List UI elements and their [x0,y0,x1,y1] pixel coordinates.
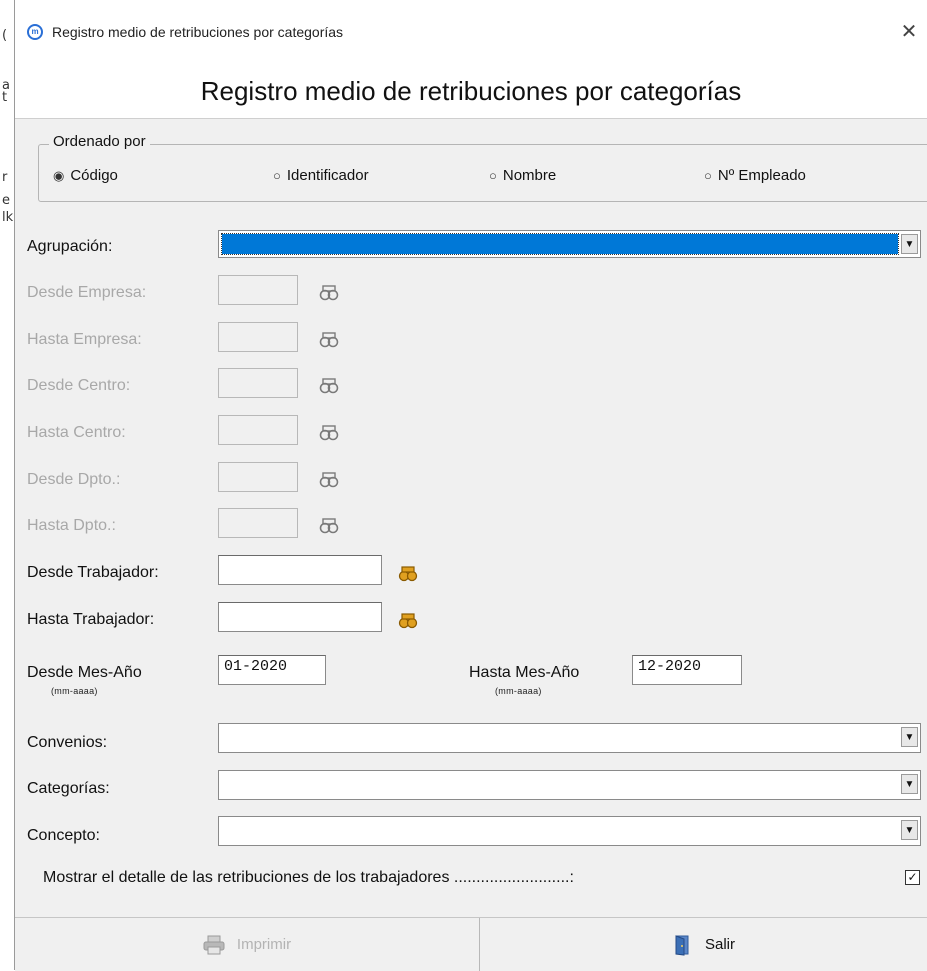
radio-icon: ○ [273,168,281,183]
hasta-dpto-input[interactable] [218,508,298,538]
edge-text: t [2,90,8,105]
desde-empresa-label: Desde Empresa: [27,284,147,301]
hasta-centro-input[interactable] [218,415,298,445]
binoculars-icon[interactable] [319,284,339,302]
door-exit-icon [675,934,689,956]
chevron-down-icon[interactable]: ▼ [901,727,918,747]
hasta-centro-label: Hasta Centro: [27,424,126,441]
categorias-select[interactable]: ▼ [218,770,921,800]
hasta-trabajador-label: Hasta Trabajador: [27,611,155,628]
report-dialog: m Registro medio de retribuciones por ca… [15,0,927,971]
desde-mes-input[interactable]: 01-2020 [218,655,326,685]
binoculars-icon[interactable] [319,517,339,535]
desde-mes-hint: (mm-aaaa) [51,686,98,696]
hasta-dpto-label: Hasta Dpto.: [27,517,116,534]
radio-codigo[interactable]: ◉ Código [53,167,118,184]
desde-centro-input[interactable] [218,368,298,398]
binoculars-icon[interactable] [319,331,339,349]
page-title: Registro medio de retribuciones por cate… [200,76,742,106]
sort-order-legend: Ordenado por [49,133,150,150]
radio-num-empleado[interactable]: ○ Nº Empleado [704,167,806,184]
desde-mes-label: Desde Mes-Año [27,664,142,681]
radio-label: Nº Empleado [717,167,806,184]
radio-label: Identificador [286,167,369,184]
header-panel: Registro medio de retribuciones por cate… [15,52,927,119]
categorias-label: Categorías: [27,780,110,797]
background-window-edge: ( a t r e lk [0,0,15,970]
hasta-trabajador-input[interactable] [218,602,382,632]
app-logo-icon: m [27,24,43,40]
binoculars-icon[interactable] [398,612,418,630]
selection-highlight [221,233,899,255]
radio-label: Código [70,167,118,184]
button-bar: Imprimir Salir [15,917,927,971]
concepto-select[interactable]: ▼ [218,816,921,846]
agrupacion-select[interactable]: ▼ [218,230,921,258]
binoculars-icon[interactable] [319,377,339,395]
close-button[interactable]: ✕ [895,18,923,46]
concepto-label: Concepto: [27,827,100,844]
radio-icon: ○ [489,168,497,183]
edge-text: r [2,170,8,185]
radio-icon: ○ [704,168,712,183]
desde-dpto-label: Desde Dpto.: [27,471,121,488]
printer-icon [203,935,225,954]
chevron-down-icon[interactable]: ▼ [901,234,918,254]
desde-dpto-input[interactable] [218,462,298,492]
convenios-label: Convenios: [27,734,108,751]
radio-nombre[interactable]: ○ Nombre [489,167,556,184]
print-button-label: Imprimir [236,936,292,953]
title-bar: m Registro medio de retribuciones por ca… [15,0,927,52]
print-button[interactable]: Imprimir [15,918,480,971]
hasta-mes-label: Hasta Mes-Año [469,664,580,681]
binoculars-icon[interactable] [319,471,339,489]
edge-text: e [2,193,10,208]
edge-text: ( [2,28,8,43]
window-title: Registro medio de retribuciones por cate… [52,24,344,40]
chevron-down-icon[interactable]: ▼ [901,820,918,840]
chevron-down-icon[interactable]: ▼ [901,774,918,794]
desde-trabajador-input[interactable] [218,555,382,585]
detail-checkbox[interactable]: ✓ [905,870,920,885]
hasta-mes-hint: (mm-aaaa) [495,686,542,696]
binoculars-icon[interactable] [398,565,418,583]
desde-trabajador-label: Desde Trabajador: [27,564,159,581]
desde-empresa-input[interactable] [218,275,298,305]
exit-button[interactable]: Salir [481,918,927,971]
exit-button-label: Salir [704,936,735,953]
sort-order-group: Ordenado por ◉ Código ○ Identificador ○ Nom… [38,133,927,202]
hasta-empresa-label: Hasta Empresa: [27,331,142,348]
detail-option-label: Mostrar el detalle de las retribuciones … [43,869,574,886]
hasta-mes-input[interactable]: 12-2020 [632,655,742,685]
radio-label: Nombre [502,167,557,184]
radio-identificador[interactable]: ○ Identificador [273,167,369,184]
radio-icon: ◉ [53,168,65,183]
binoculars-icon[interactable] [319,424,339,442]
agrupacion-label: Agrupación: [27,238,113,255]
edge-text: lk [2,210,14,225]
desde-centro-label: Desde Centro: [27,377,131,394]
hasta-empresa-input[interactable] [218,322,298,352]
convenios-select[interactable]: ▼ [218,723,921,753]
